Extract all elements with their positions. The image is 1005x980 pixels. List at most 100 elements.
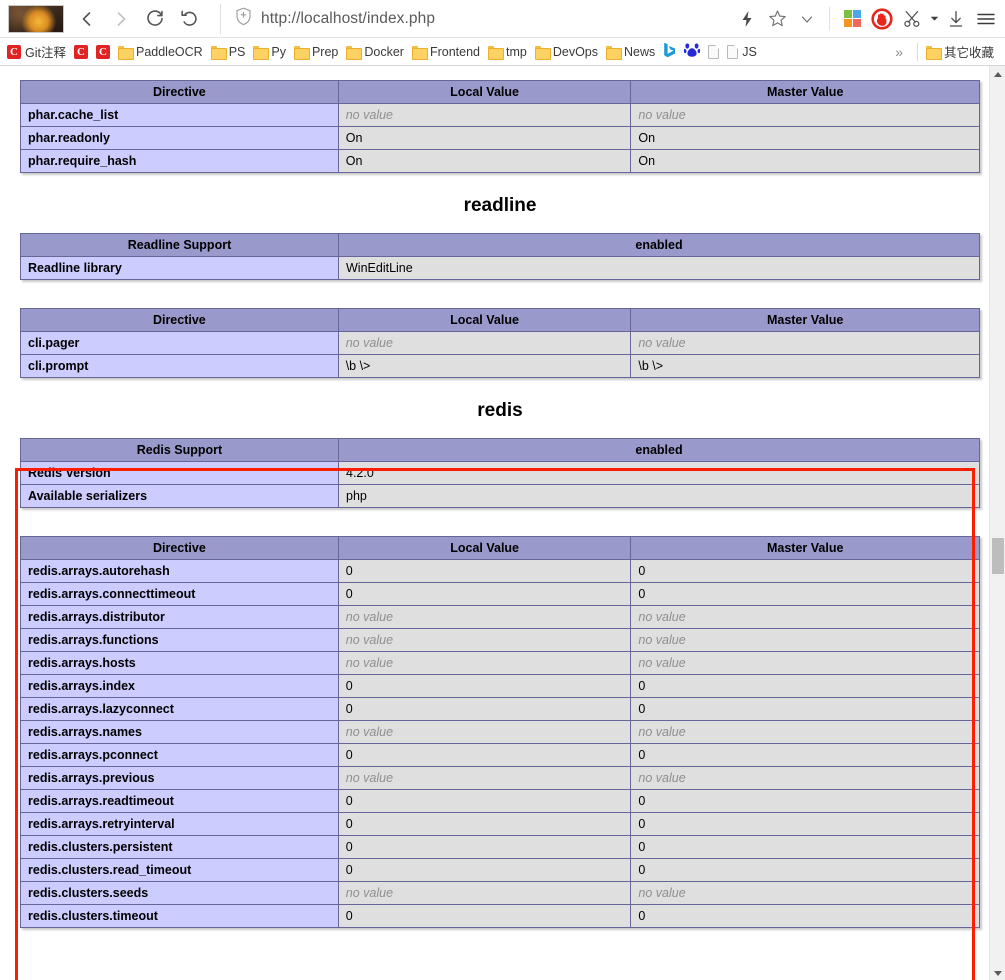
bookmark-label: Frontend	[429, 44, 480, 59]
local-value: no value	[337, 331, 632, 355]
table-row: phar.cache_list no value no value	[20, 103, 980, 127]
local-value: no value	[337, 881, 632, 905]
master-value: 0	[630, 789, 980, 813]
bookmark-folder-devops[interactable]: DevOps	[531, 41, 602, 63]
bookmark-folder-other[interactable]: 其它收藏	[922, 41, 998, 63]
directive-name: redis.arrays.functions	[20, 628, 339, 652]
bookmark-label: News	[624, 44, 656, 59]
local-value: 0	[337, 812, 632, 836]
c-icon: C	[73, 44, 88, 59]
bookmark-folder-docker[interactable]: Docker	[342, 41, 408, 63]
page-scrollbar[interactable]	[989, 66, 1005, 980]
bookmark-label: PS	[228, 44, 246, 59]
scroll-down-arrow[interactable]	[990, 965, 1005, 980]
chevron-down-icon[interactable]	[792, 2, 822, 36]
back-button[interactable]	[70, 2, 104, 36]
master-value: On	[630, 126, 980, 150]
tab-thumbnail[interactable]	[8, 4, 64, 33]
reload-button[interactable]	[138, 2, 172, 36]
readline-directives-table: Directive Local Value Master Value cli.p…	[20, 308, 980, 378]
bookmark-item-c2[interactable]: C	[70, 41, 92, 63]
lightning-icon[interactable]	[732, 2, 762, 36]
bookmark-label: Prep	[311, 44, 339, 59]
col-master-value: Master Value	[630, 536, 980, 560]
table-header-row: Directive Local Value Master Value	[20, 536, 980, 560]
master-value: no value	[630, 103, 980, 127]
bookmark-label: Py	[271, 44, 286, 59]
directive-name: redis.arrays.distributor	[20, 605, 339, 629]
table-row: Available serializers php	[20, 484, 980, 508]
bookmark-folder-paddleocr[interactable]: PaddleOCR	[114, 41, 207, 63]
table-header-row: Directive Local Value Master Value	[20, 80, 980, 104]
bookmark-folder-ps[interactable]: PS	[207, 41, 250, 63]
shield-security-icon	[235, 7, 252, 31]
download-icon[interactable]	[941, 2, 971, 36]
table-row: phar.readonly On On	[20, 126, 980, 150]
folder-icon	[346, 45, 363, 60]
scrollbar-thumb[interactable]	[992, 538, 1004, 574]
bookmark-label: JS	[742, 44, 757, 59]
address-bar[interactable]: http://localhost/index.php	[220, 3, 726, 34]
directive-name: redis.arrays.pconnect	[20, 743, 339, 767]
bookmark-folder-news[interactable]: News	[602, 41, 659, 63]
table-row: redis.arrays.autorehash 0 0	[20, 559, 980, 583]
redis-support-value: enabled	[338, 438, 980, 462]
bookmark-folder-tmp[interactable]: tmp	[484, 41, 531, 63]
bookmarks-overflow-button[interactable]: »	[885, 44, 913, 60]
local-value: no value	[337, 766, 632, 790]
bookmark-item-js[interactable]: JS	[723, 41, 761, 63]
local-value: 0	[337, 697, 632, 721]
scissors-dropdown-icon[interactable]	[927, 2, 941, 36]
directive-name: redis.arrays.index	[20, 674, 339, 698]
bookmarks-separator	[916, 42, 918, 61]
directive-name: redis.arrays.readtimeout	[20, 789, 339, 813]
local-value: no value	[337, 103, 632, 127]
table-row: redis.arrays.readtimeout 0 0	[20, 789, 980, 813]
bookmark-folder-prep[interactable]: Prep	[290, 41, 342, 63]
folder-icon	[117, 45, 134, 60]
directive-name: redis.arrays.connecttimeout	[20, 582, 339, 606]
col-directive: Directive	[20, 536, 339, 560]
bookmark-item-c3[interactable]: C	[92, 41, 114, 63]
directive-name: redis.clusters.timeout	[20, 904, 339, 928]
section-title-readline: readline	[463, 195, 537, 216]
folder-icon	[210, 45, 227, 60]
redis-section: redis Redis Support enabled Redis Versio…	[20, 400, 980, 928]
bookmark-folder-py[interactable]: Py	[249, 41, 290, 63]
table-row: Redis Version 4.2.0	[20, 461, 980, 485]
bookmark-item-doc[interactable]	[704, 41, 723, 63]
redis-support-table: Redis Support enabled Redis Version 4.2.…	[20, 438, 980, 508]
local-value: no value	[337, 651, 632, 675]
extensions-grid-icon[interactable]	[837, 2, 867, 36]
redis-serializers-value: php	[338, 484, 980, 508]
menu-icon[interactable]	[971, 2, 1001, 36]
scissors-icon[interactable]	[897, 2, 927, 36]
directive-name: redis.clusters.seeds	[20, 881, 339, 905]
undo-close-tab-button[interactable]	[172, 2, 206, 36]
bookmark-item-bing[interactable]	[659, 41, 680, 63]
bookmark-item-baidu[interactable]	[680, 41, 704, 63]
master-value: no value	[630, 720, 980, 744]
local-value: 0	[337, 743, 632, 767]
master-value: no value	[630, 651, 980, 675]
adblock-icon[interactable]	[867, 2, 897, 36]
bookmark-folder-frontend[interactable]: Frontend	[408, 41, 484, 63]
table-row: redis.arrays.connecttimeout 0 0	[20, 582, 980, 606]
local-value: 0	[337, 582, 632, 606]
forward-button[interactable]	[104, 2, 138, 36]
table-row: redis.arrays.lazyconnect 0 0	[20, 697, 980, 721]
readline-section: readline Readline Support enabled Readli…	[20, 195, 980, 378]
star-icon[interactable]	[762, 2, 792, 36]
directive-name: redis.clusters.persistent	[20, 835, 339, 859]
table-row: redis.arrays.functions no value no value	[20, 628, 980, 652]
col-directive: Directive	[20, 308, 339, 332]
folder-icon	[411, 45, 428, 60]
folder-icon	[534, 45, 551, 60]
phar-section: Directive Local Value Master Value phar.…	[20, 66, 980, 173]
table-row: redis.clusters.timeout 0 0	[20, 904, 980, 928]
scroll-up-arrow[interactable]	[990, 66, 1005, 82]
directive-name: cli.prompt	[20, 354, 339, 378]
bookmark-item-git[interactable]: C Git注释	[3, 41, 70, 63]
col-directive: Directive	[20, 80, 339, 104]
readline-support-table: Readline Support enabled Readline librar…	[20, 233, 980, 280]
